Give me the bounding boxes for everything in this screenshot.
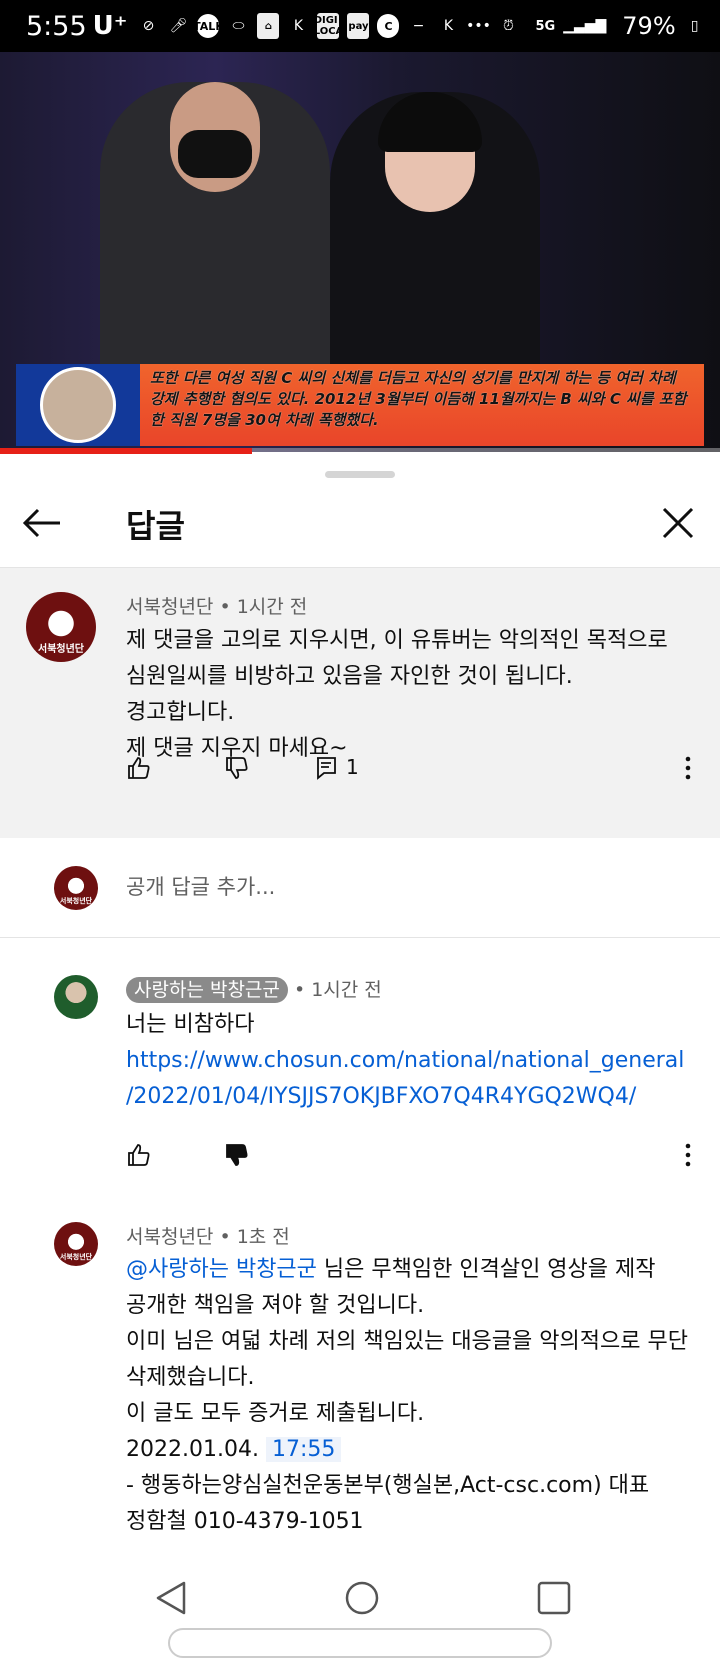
add-reply-input[interactable]: 공개 답글 추가...: [126, 871, 275, 901]
reply2-time: 1초 전: [236, 1226, 290, 1248]
more-vert-icon[interactable]: [684, 1142, 692, 1168]
gesture-pill: [168, 1628, 552, 1658]
replies-panel: 답글 서북청년단 서북청년단 • 1시간 전 제 댓글을 고의로 지우시면, 이…: [0, 455, 720, 1640]
talk-icon: TALK: [193, 14, 224, 38]
nav-recents-icon[interactable]: [536, 1580, 572, 1616]
panel-title: 답글: [126, 507, 185, 545]
reply2-first-line: @사랑하는 박창근군 님은 무책임한 인격살인 영상을 제작: [126, 1252, 688, 1288]
drag-handle[interactable]: [325, 471, 395, 478]
reply2-line: 공개한 책임을 져야 할 것입니다.: [126, 1293, 425, 1318]
parent-line: 제 댓글 지우지 마세요~: [126, 736, 348, 761]
reply1-author-chip[interactable]: 사랑하는 박창근군: [126, 977, 288, 1003]
progress-fill: [0, 448, 252, 454]
parent-line: 경고합니다.: [126, 700, 235, 725]
parent-meta: 서북청년단 • 1시간 전: [126, 596, 308, 618]
video-caption: 또한 다른 여성 직원 C 씨의 신체를 더듬고 자신의 성기를 만지게 하는 …: [16, 364, 704, 446]
reply2-author[interactable]: 서북청년단: [126, 1226, 213, 1248]
reply2-line: 정함철 010-4379-1051: [126, 1509, 364, 1534]
parent-text: 제 댓글을 고의로 지우시면, 이 유튜버는 악의적인 목적으로 심원일씨를 비…: [126, 623, 668, 767]
reply1-time: 1시간 전: [311, 979, 382, 1001]
dislike-icon[interactable]: [224, 755, 250, 781]
reply2-line: - 행동하는양심실천운동본부(행실본,Act-csc.com) 대표: [126, 1473, 650, 1498]
status-bar: 5:55 U⁺ ⊘ 🎤︎ TALK ⬭ ⌂ K DIGI LOCA pay C …: [0, 0, 720, 52]
nav-home-icon[interactable]: [344, 1580, 380, 1616]
video-player[interactable]: 또한 다른 여성 직원 C 씨의 신체를 더듬고 자신의 성기를 만지게 하는 …: [0, 52, 720, 452]
nav-back-icon[interactable]: [154, 1580, 188, 1616]
reply2-line: 삭제했습니다.: [126, 1365, 255, 1390]
stage-backdrop: [0, 82, 24, 212]
minus-icon: −: [412, 18, 425, 34]
parent-line: 제 댓글을 고의로 지우시면, 이 유튜버는 악의적인 목적으로: [126, 628, 668, 653]
digi-loca-icon: DIGI LOCA: [313, 13, 344, 39]
more-vert-icon[interactable]: [684, 755, 692, 781]
more-dots-icon: •••: [466, 18, 491, 34]
pill-icon: ⬭: [232, 18, 245, 34]
reply1-text: 너는 비참하다 https://www.chosun.com/national/…: [126, 1007, 684, 1115]
battery-icon: ▯: [690, 18, 699, 34]
dislike-filled-icon[interactable]: [224, 1142, 250, 1168]
panel-header: 답글: [0, 483, 720, 568]
reply2-line: 님은 무책임한 인격살인 영상을 제작: [323, 1257, 656, 1282]
parent-avatar[interactable]: 서북청년단: [26, 592, 96, 662]
reply2-avatar[interactable]: 서북청년단: [54, 1222, 98, 1266]
carrier-label: U⁺: [92, 11, 128, 41]
reply-icon[interactable]: [314, 755, 338, 781]
parent-time: 1시간 전: [236, 596, 308, 618]
battery-percent: 79%: [622, 12, 676, 40]
signal-icon: ▁▃▅▇: [563, 18, 607, 34]
mute-vibrate-icon: ⊘: [142, 18, 155, 34]
reply1-link[interactable]: https://www.chosun.com/national/national…: [126, 1043, 684, 1079]
my-avatar: 서북청년단: [54, 866, 98, 910]
like-icon[interactable]: [126, 755, 152, 781]
reply2-date: 2022.01.04.: [126, 1437, 259, 1462]
reply-avatar[interactable]: [54, 975, 98, 1019]
reply2-line: 이 글도 모두 증거로 제출됩니다.: [126, 1401, 425, 1426]
pay-icon: pay: [347, 13, 370, 39]
network-label: 5G: [535, 18, 556, 34]
video-progress-bar[interactable]: [0, 448, 720, 454]
reply1-link[interactable]: /2022/01/04/IYSJJS7OKJBFXO7Q4R4YGQ2WQ4/: [126, 1079, 684, 1115]
add-reply-row[interactable]: 서북청년단 공개 답글 추가...: [0, 838, 720, 938]
home-app-icon: ⌂: [257, 13, 280, 39]
reply2-line: 이미 님은 여덟 차례 저의 책임있는 대응글을 악의적으로 무단: [126, 1329, 688, 1354]
reply2-meta: 서북청년단 • 1초 전: [126, 1226, 290, 1248]
alarm-icon: ⏰︎: [503, 18, 514, 34]
k-icon: K: [293, 18, 304, 34]
video-person-left: [100, 82, 330, 412]
status-time: 5:55: [26, 10, 87, 42]
like-icon[interactable]: [126, 1142, 152, 1168]
reply1-line: 너는 비참하다: [126, 1012, 255, 1037]
parent-line: 심원일씨를 비방하고 있음을 자인한 것이 됩니다.: [126, 664, 573, 689]
parent-author[interactable]: 서북청년단: [126, 596, 213, 618]
mention-link[interactable]: @사랑하는 박창근군: [126, 1257, 317, 1282]
system-nav-bar: [0, 1560, 720, 1658]
reply2-text: @사랑하는 박창근군 님은 무책임한 인격살인 영상을 제작 공개한 책임을 져…: [126, 1252, 688, 1540]
c-icon: C: [377, 14, 400, 38]
close-icon[interactable]: [656, 501, 700, 545]
timestamp-link[interactable]: 17:55: [265, 1437, 342, 1462]
back-arrow-icon[interactable]: [20, 501, 64, 545]
reply-count: 1: [346, 755, 359, 779]
caption-text: 또한 다른 여성 직원 C 씨의 신체를 더듬고 자신의 성기를 만지게 하는 …: [140, 364, 704, 446]
k2-icon: K: [443, 18, 454, 34]
caption-avatar: [16, 364, 140, 446]
mic-icon: 🎤︎: [169, 18, 188, 34]
reply2-date-line: 2022.01.04. 17:55: [126, 1432, 688, 1468]
reply1-meta: 사랑하는 박창근군 • 1시간 전: [126, 975, 382, 1003]
